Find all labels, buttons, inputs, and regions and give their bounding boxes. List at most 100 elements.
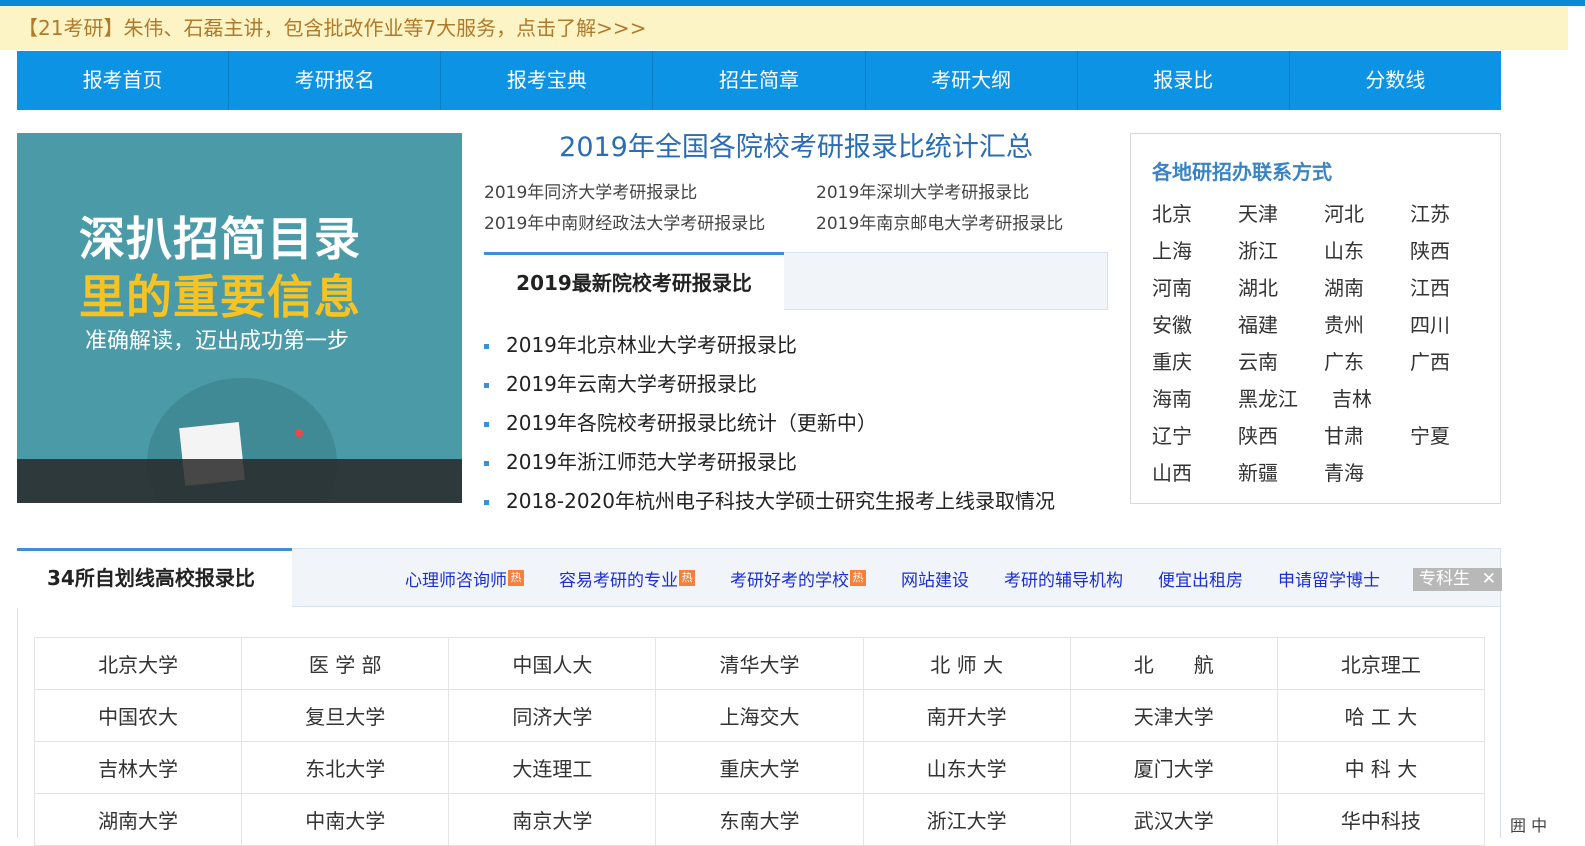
ad-link[interactable]: 申请留学博士 [1278,566,1380,591]
school-cell[interactable]: 清华大学 [655,637,864,690]
headline-link[interactable]: 2019年全国各院校考研报录比统计汇总 [484,128,1108,168]
school-cell[interactable]: 上海交大 [655,689,864,742]
list-item[interactable]: 2019年浙江师范大学考研报录比 [484,445,1055,484]
banner-title-line2: 里的重要信息 [79,270,361,324]
region-link-empty [1410,455,1492,492]
region-link[interactable]: 山西 [1152,455,1238,492]
nav-item-syllabus[interactable]: 考研大纲 [866,51,1078,110]
school-cell[interactable]: 山东大学 [862,741,1071,794]
school-cell[interactable]: 湖南大学 [33,793,243,846]
school-cell[interactable]: 大连理工 [448,741,657,794]
featured-link[interactable]: 2019年南京邮电大学考研报录比 [816,209,1108,234]
region-link[interactable]: 四川 [1410,307,1492,344]
list-item[interactable]: 2019年各院校考研报录比统计（更新中） [484,406,1055,445]
nav-item-score-line[interactable]: 分数线 [1290,51,1501,110]
region-link[interactable]: 上海 [1152,233,1238,270]
table-row: 中国农大 复旦大学 同济大学 上海交大 南开大学 天津大学 哈 工 大 [33,689,1486,742]
ad-link[interactable]: 考研好考的学校热 [730,566,866,591]
region-link[interactable]: 福建 [1238,307,1324,344]
school-cell[interactable]: 中 科 大 [1276,741,1486,794]
region-link[interactable]: 广西 [1410,344,1492,381]
promo-banner-link[interactable]: 【21考研】朱伟、石磊主讲，包含批改作业等7大服务，点击了解>>> [0,6,1568,50]
school-cell[interactable]: 中南大学 [241,793,450,846]
region-link[interactable]: 海南 [1152,381,1238,418]
ad-link[interactable]: 便宜出租房 [1158,566,1243,591]
school-cell[interactable]: 吉林大学 [33,741,243,794]
school-cell[interactable]: 北京大学 [33,637,243,690]
ad-link-label: 容易考研的专业 [559,570,678,591]
school-cell[interactable]: 东南大学 [655,793,864,846]
region-link[interactable]: 江西 [1410,270,1492,307]
nav-item-guide[interactable]: 报考宝典 [441,51,654,110]
ad-link[interactable]: 心理师咨询师热 [405,566,524,591]
region-link[interactable]: 江苏 [1410,196,1492,233]
school-cell[interactable]: 哈 工 大 [1276,689,1486,742]
region-link[interactable]: 安徽 [1152,307,1238,344]
region-link[interactable]: 贵州 [1324,307,1410,344]
region-link[interactable]: 新疆 [1238,455,1324,492]
region-link[interactable]: 吉林 [1324,381,1410,418]
school-cell[interactable]: 中国农大 [33,689,243,742]
table-row: 吉林大学 东北大学 大连理工 重庆大学 山东大学 厦门大学 中 科 大 [33,741,1486,794]
featured-link[interactable]: 2019年中南财经政法大学考研报录比 [484,209,816,234]
featured-links: 2019年同济大学考研报录比 2019年深圳大学考研报录比 2019年中南财经政… [484,178,1108,234]
promo-image-banner[interactable]: 深扒招简目录 里的重要信息 准确解读，迈出成功第一步 [17,133,462,503]
school-cell[interactable]: 浙江大学 [862,793,1071,846]
school-cell[interactable]: 厦门大学 [1069,741,1278,794]
school-cell[interactable]: 北京理工 [1276,637,1486,690]
nav-item-home[interactable]: 报考首页 [17,51,230,110]
featured-link[interactable]: 2019年同济大学考研报录比 [484,178,816,203]
main-column: 2019年全国各院校考研报录比统计汇总 2019年同济大学考研报录比 2019年… [484,128,1108,513]
region-link[interactable]: 天津 [1238,196,1324,233]
list-item[interactable]: 2018-2020年杭州电子科技大学硕士研究生报考上线录取情况 [484,484,1055,523]
banner-title-line1: 深扒招简目录 [79,212,361,266]
region-link[interactable]: 辽宁 [1152,418,1238,455]
region-link[interactable]: 黑龙江 [1238,381,1324,418]
featured-link[interactable]: 2019年深圳大学考研报录比 [816,178,1108,203]
tab-34-schools[interactable]: 34所自划线高校报录比 [17,548,292,608]
school-cell[interactable]: 同济大学 [448,689,657,742]
table-row: 湖南大学 中南大学 南京大学 东南大学 浙江大学 武汉大学 华中科技 [33,793,1486,846]
region-link[interactable]: 陕西 [1238,418,1324,455]
region-link[interactable]: 河北 [1324,196,1410,233]
school-cell[interactable]: 医 学 部 [241,637,450,690]
ad-link[interactable]: 容易考研的专业热 [559,566,695,591]
school-cell[interactable]: 中国人大 [448,637,657,690]
ad-link[interactable]: 考研的辅导机构 [1004,566,1123,591]
school-cell[interactable]: 华中科技 [1276,793,1486,846]
region-link[interactable]: 湖北 [1238,270,1324,307]
region-link[interactable]: 宁夏 [1410,418,1492,455]
school-cell[interactable]: 北 师 大 [862,637,1071,690]
school-cell[interactable]: 复旦大学 [241,689,450,742]
region-link[interactable]: 重庆 [1152,344,1238,381]
school-cell[interactable]: 东北大学 [241,741,450,794]
region-link[interactable]: 甘肃 [1324,418,1410,455]
list-item[interactable]: 2019年北京林业大学考研报录比 [484,328,1055,367]
nav-item-admission-brochure[interactable]: 招生简章 [653,51,866,110]
school-cell[interactable]: 南开大学 [862,689,1071,742]
school-cell[interactable]: 重庆大学 [655,741,864,794]
region-link[interactable]: 青海 [1324,455,1410,492]
list-item[interactable]: 2019年云南大学考研报录比 [484,367,1055,406]
region-link[interactable]: 北京 [1152,196,1238,233]
nav-item-registration[interactable]: 考研报名 [229,51,442,110]
region-link-empty [1410,381,1492,418]
school-cell[interactable]: 武汉大学 [1069,793,1278,846]
ad-link[interactable]: 网站建设 [901,566,969,591]
region-link[interactable]: 陕西 [1410,233,1492,270]
region-link[interactable]: 山东 [1324,233,1410,270]
latest-tabbar: 2019最新院校考研报录比 [484,252,1108,310]
region-link[interactable]: 浙江 [1238,233,1324,270]
school-cell[interactable]: 北 航 [1069,637,1278,690]
region-link[interactable]: 湖南 [1324,270,1410,307]
region-link[interactable]: 广东 [1324,344,1410,381]
nav-item-admission-ratio[interactable]: 报录比 [1078,51,1290,110]
ad-overlay-box[interactable]: 专科生 ✕ [1413,568,1502,591]
school-cell[interactable]: 天津大学 [1069,689,1278,742]
close-icon[interactable]: ✕ [1482,568,1496,591]
region-link[interactable]: 河南 [1152,270,1238,307]
tab-latest-ratio[interactable]: 2019最新院校考研报录比 [484,252,784,310]
region-link[interactable]: 云南 [1238,344,1324,381]
school-cell[interactable]: 南京大学 [448,793,657,846]
ad-link-label: 申请留学博士 [1278,570,1380,591]
